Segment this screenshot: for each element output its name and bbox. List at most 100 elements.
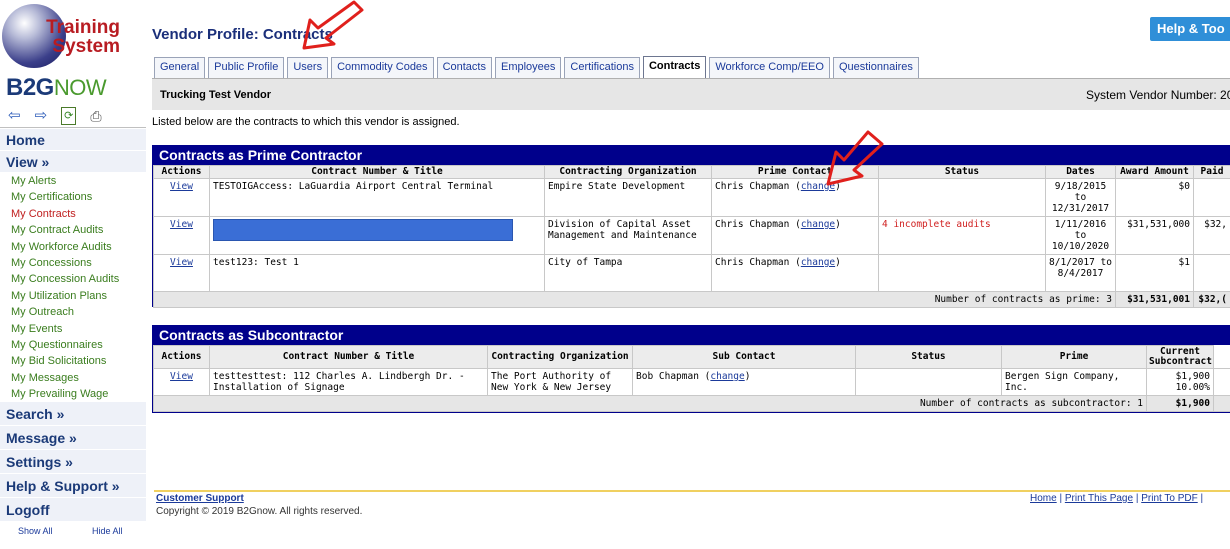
tab-commodity-codes[interactable]: Commodity Codes <box>331 57 434 78</box>
column-header: Prime Contact <box>711 165 879 179</box>
extra-cell <box>1213 368 1230 396</box>
nav-search[interactable]: Search » <box>0 402 146 427</box>
column-header: Actions <box>153 345 210 369</box>
copyright-text: Copyright © 2019 B2Gnow. All rights rese… <box>156 506 363 517</box>
sidebar-item-my-concession-audits[interactable]: My Concession Audits <box>0 271 146 287</box>
summary-award: $31,531,001 <box>1115 291 1194 308</box>
tab-contracts[interactable]: Contracts <box>642 56 707 78</box>
sidebar-item-my-prevailing-wage[interactable]: My Prevailing Wage <box>0 386 146 402</box>
refresh-icon[interactable]: ⟳ <box>61 106 77 125</box>
tab-certifications[interactable]: Certifications <box>564 57 640 78</box>
b2gnow-logo: B2GNOW <box>6 74 107 102</box>
tab-workforce-comp-eeo[interactable]: Workforce Comp/EEO <box>709 57 830 78</box>
tab-public-profile[interactable]: Public Profile <box>208 57 285 78</box>
tab-users[interactable]: Users <box>287 57 329 78</box>
main-content: Vendor Profile: Contracts Help & Too Gen… <box>146 0 1230 549</box>
contact-name: Chris Chapman <box>715 181 790 192</box>
column-header: Dates <box>1045 165 1116 179</box>
paren: ( <box>698 371 711 382</box>
back-arrow-icon[interactable]: ⇦ <box>8 107 21 124</box>
nav-home[interactable]: Home <box>0 129 146 151</box>
sidebar-item-my-alerts[interactable]: My Alerts <box>0 173 146 189</box>
logo-now: NOW <box>53 75 107 100</box>
hide-all-link[interactable]: Hide All <box>92 526 123 536</box>
sidebar-item-my-events[interactable]: My Events <box>0 321 146 337</box>
footer-home-link[interactable]: Home <box>1030 493 1057 504</box>
view-link[interactable]: View <box>170 371 193 382</box>
prime-table-header: Actions Contract Number & Title Contractin… <box>153 165 1230 179</box>
paren: ( <box>789 181 801 192</box>
print-icon[interactable]: ⎙ <box>90 108 101 124</box>
amount-value: $1,900 <box>1175 371 1210 382</box>
prime-contracts-section: Contracts as Prime Contractor Actions Con… <box>152 145 1230 308</box>
summary-label: Number of contracts as prime: 3 <box>153 291 1116 308</box>
column-header: Contract Number & Title <box>209 345 488 369</box>
tab-contacts[interactable]: Contacts <box>436 57 492 78</box>
column-header: Sub Contact <box>632 345 856 369</box>
vendor-bar: Trucking Test Vendor System Vendor Numbe… <box>152 78 1230 110</box>
system-vendor-number: System Vendor Number: 20 <box>1086 88 1230 102</box>
contract-title: test123: Test 1 <box>209 254 545 292</box>
nav-view-items: My Alerts My Certifications My Contracts My… <box>0 173 146 402</box>
contracting-org: Division of Capital Asset Management and… <box>544 216 712 255</box>
column-header: Status <box>878 165 1046 179</box>
browser-toolbar: ⇦ ⇨ ⟳ ⎙ <box>0 104 146 128</box>
customer-support-link[interactable]: Customer Support <box>156 493 244 504</box>
paid-amount: $32, <box>1193 216 1230 255</box>
page-footer: Customer Support Copyright © 2019 B2Gnow… <box>154 490 1230 530</box>
award-amount: $1 <box>1115 254 1194 292</box>
summary-row: Number of contracts as subcontractor: 1 $… <box>153 395 1230 412</box>
dates-text: 9/18/2015 to 12/31/2017 <box>1045 178 1116 217</box>
sub-contracts-table: Actions Contract Number & Title Contractin… <box>153 345 1230 412</box>
change-contact-link[interactable]: change <box>710 371 744 382</box>
footer-links: Home | Print This Page | Print To PDF | <box>1030 493 1203 504</box>
tab-general[interactable]: General <box>154 57 206 78</box>
view-link[interactable]: View <box>170 257 193 268</box>
help-tools-button[interactable]: Help & Too <box>1150 17 1230 41</box>
sidebar-item-my-concessions[interactable]: My Concessions <box>0 255 146 271</box>
contract-title: testtesttest: 112 Charles A. Lindbergh D… <box>209 368 488 396</box>
sidebar-item-my-bid-solicitations[interactable]: My Bid Solicitations <box>0 353 146 369</box>
contact-name: Bob Chapman <box>636 371 699 382</box>
sidebar-item-my-workforce-audits[interactable]: My Workforce Audits <box>0 239 146 255</box>
status-text <box>878 254 1046 292</box>
page-title: Vendor Profile: Contracts <box>152 26 333 43</box>
sidebar-item-my-questionnaires[interactable]: My Questionnaires <box>0 337 146 353</box>
paren: ) <box>835 181 841 192</box>
sidebar-item-my-contract-audits[interactable]: My Contract Audits <box>0 222 146 238</box>
sidebar-item-my-messages[interactable]: My Messages <box>0 370 146 386</box>
nav-logoff[interactable]: Logoff <box>0 498 146 523</box>
nav-help-support[interactable]: Help & Support » <box>0 474 146 499</box>
sidebar-item-my-certifications[interactable]: My Certifications <box>0 189 146 205</box>
print-page-link[interactable]: Print This Page <box>1065 493 1133 504</box>
sidebar-item-my-outreach[interactable]: My Outreach <box>0 304 146 320</box>
nav-view[interactable]: View » <box>0 151 146 173</box>
amount-percent: 10.00% <box>1175 382 1210 393</box>
nav-settings[interactable]: Settings » <box>0 450 146 475</box>
change-contact-link[interactable]: change <box>801 257 835 268</box>
view-link[interactable]: View <box>170 181 193 192</box>
logo-text: Training System <box>46 18 120 56</box>
summary-label: Number of contracts as subcontractor: 1 <box>153 395 1147 412</box>
prime-contracts-heading: Contracts as Prime Contractor <box>153 146 1230 165</box>
sidebar-item-my-contracts[interactable]: My Contracts <box>0 206 146 222</box>
show-all-link[interactable]: Show All <box>18 526 53 536</box>
table-row: View test123: Test 1 City of Tampa Chris Ch… <box>153 254 1230 292</box>
forward-arrow-icon[interactable]: ⇨ <box>35 107 48 124</box>
sub-table-header: Actions Contract Number & Title Contractin… <box>153 345 1230 369</box>
column-header: Actions <box>153 165 210 179</box>
logo-b2g: B2G <box>6 74 54 101</box>
sidebar-nav: Home View » My Alerts My Certifications My… <box>0 129 146 523</box>
view-link[interactable]: View <box>170 219 193 230</box>
contact-cell: Chris Chapman (change) <box>711 216 879 255</box>
print-pdf-link[interactable]: Print To PDF <box>1141 493 1198 504</box>
tab-employees[interactable]: Employees <box>494 57 562 78</box>
profile-tabs: General Public Profile Users Commodity Code… <box>154 56 919 78</box>
change-contact-link[interactable]: change <box>801 219 835 230</box>
sidebar-item-my-utilization-plans[interactable]: My Utilization Plans <box>0 288 146 304</box>
nav-message[interactable]: Message » <box>0 426 146 451</box>
tab-questionnaires[interactable]: Questionnaires <box>832 57 919 78</box>
logo-training: Training <box>46 17 120 38</box>
action-cell: View <box>153 178 210 217</box>
change-contact-link[interactable]: change <box>801 181 835 192</box>
